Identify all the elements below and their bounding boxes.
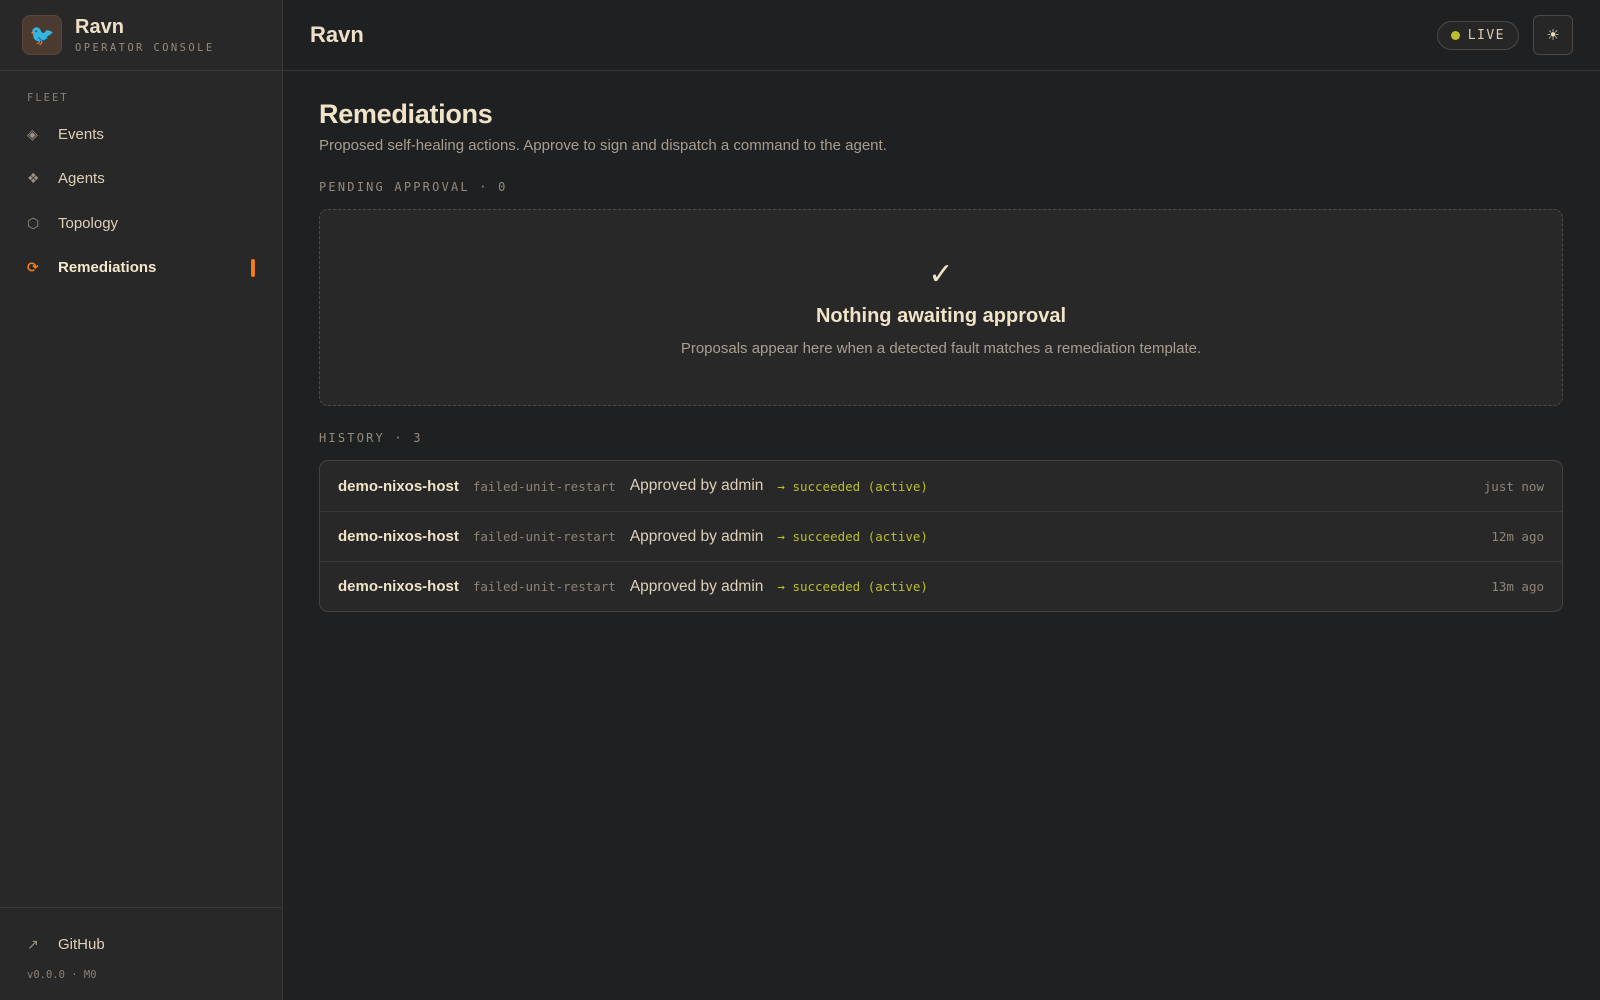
refresh-icon: ⟳ (27, 259, 39, 276)
sidebar-item-label: Agents (58, 170, 105, 188)
page-title: Remediations (319, 99, 493, 129)
github-label: GitHub (58, 935, 105, 953)
history-row[interactable]: demo-nixos-host failed-unit-restart Appr… (320, 461, 1562, 511)
external-link-icon: ↗ (27, 935, 39, 952)
agents-icon: ❖ (27, 170, 40, 187)
github-link[interactable]: ↗ GitHub (0, 922, 282, 966)
empty-state: ✓ Nothing awaiting approval Proposals ap… (319, 209, 1563, 406)
pending-approval-label: PENDING APPROVAL · 0 (319, 180, 508, 194)
history-status: → succeeded (active) (777, 579, 928, 594)
sidebar: 🐦 Ravn OPERATOR CONSOLE FLEET ◈ Events ❖… (0, 0, 283, 1000)
nav-section-label: FLEET (27, 92, 69, 104)
history-host: demo-nixos-host (338, 477, 459, 495)
brand[interactable]: 🐦 Ravn OPERATOR CONSOLE (0, 0, 282, 71)
sidebar-item-label: Topology (58, 214, 119, 232)
history-template: failed-unit-restart (472, 529, 616, 544)
history-template: failed-unit-restart (472, 478, 616, 494)
history-approval: Approved by admin (629, 577, 764, 595)
topbar: Ravn LIVE ☀ (283, 0, 1600, 71)
main-area: Ravn LIVE ☀ Remediations Proposed self-h… (283, 0, 1600, 1000)
sidebar-item-label: Remediations (58, 259, 157, 277)
empty-state-title: Nothing awaiting approval (815, 304, 1066, 327)
version-text: v0.0.0 · M0 (27, 969, 97, 981)
theme-toggle-button[interactable]: ☀ (1533, 15, 1573, 55)
sidebar-item-topology[interactable]: ⬡ Topology (0, 201, 282, 246)
brand-title: Ravn (75, 16, 124, 38)
sun-icon: ☀ (1546, 27, 1560, 44)
brand-subtitle: OPERATOR CONSOLE (75, 42, 215, 54)
sidebar-item-label: Events (58, 125, 104, 143)
brand-text: Ravn OPERATOR CONSOLE (75, 16, 215, 54)
live-dot-icon (1450, 30, 1460, 40)
diamond-icon: ◈ (27, 125, 38, 142)
history-row[interactable]: demo-nixos-host failed-unit-restart Appr… (320, 561, 1562, 611)
sidebar-item-remediations[interactable]: ⟳ Remediations (0, 246, 282, 291)
sidebar-item-events[interactable]: ◈ Events (0, 112, 282, 157)
history-host: demo-nixos-host (338, 528, 459, 545)
empty-state-description: Proposals appear here when a detected fa… (680, 339, 1202, 357)
live-label: LIVE (1467, 27, 1505, 43)
sidebar-footer: ↗ GitHub v0.0.0 · M0 (0, 907, 282, 1000)
app-root: 🐦 Ravn OPERATOR CONSOLE FLEET ◈ Events ❖… (0, 0, 1600, 1000)
history-label: HISTORY · 3 (319, 431, 423, 445)
active-indicator (251, 258, 255, 277)
history-approval: Approved by admin (629, 527, 764, 545)
history-list: demo-nixos-host failed-unit-restart Appr… (319, 460, 1563, 612)
history-status: → succeeded (active) (777, 478, 928, 494)
history-approval: Approved by admin (629, 477, 764, 494)
history-host: demo-nixos-host (338, 578, 459, 595)
history-time: just now (1483, 478, 1544, 494)
page-description: Proposed self-healing actions. Approve t… (319, 137, 887, 154)
history-time: 13m ago (1491, 579, 1544, 594)
checkmark-icon: ✓ (928, 257, 954, 291)
history-status: → succeeded (active) (777, 529, 928, 544)
topbar-title: Ravn (310, 22, 364, 47)
sidebar-item-agents[interactable]: ❖ Agents (0, 157, 282, 202)
history-row[interactable]: demo-nixos-host failed-unit-restart Appr… (320, 511, 1562, 561)
live-status-badge[interactable]: LIVE (1436, 20, 1519, 50)
hexagon-icon: ⬡ (27, 214, 40, 231)
page-content: Remediations Proposed self-healing actio… (283, 71, 1600, 612)
raven-logo-icon: 🐦 (22, 15, 62, 55)
history-time: 12m ago (1491, 529, 1544, 544)
history-template: failed-unit-restart (472, 579, 616, 594)
